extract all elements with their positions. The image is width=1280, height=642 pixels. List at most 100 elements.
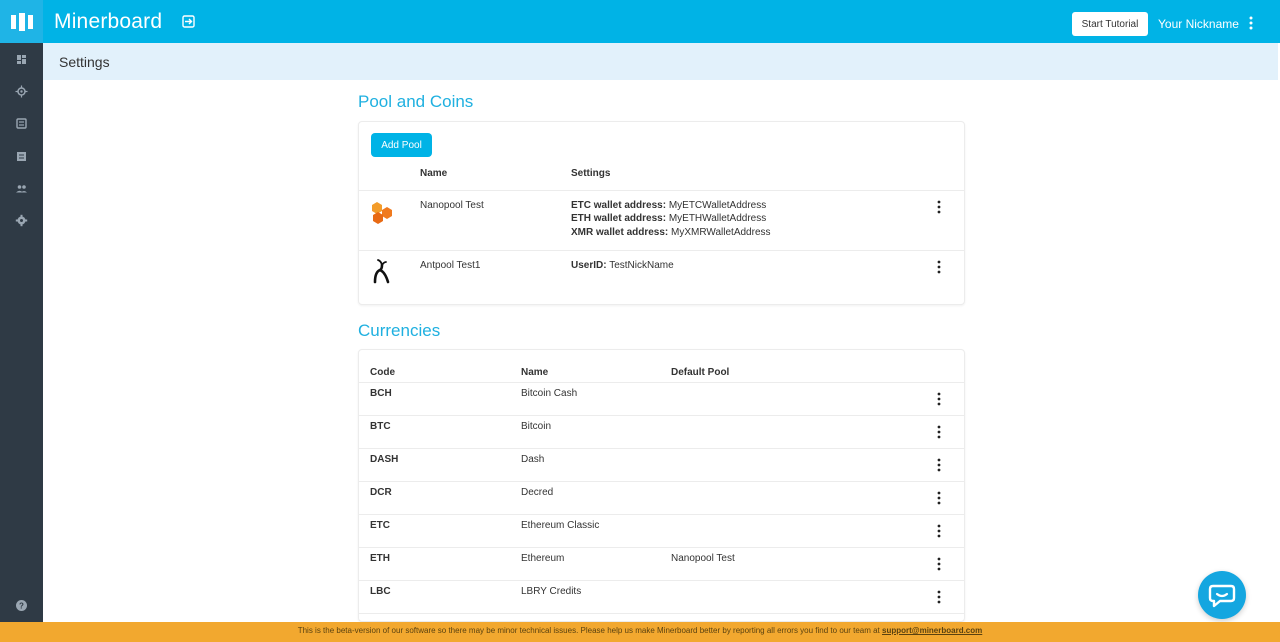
currencies-card: Code Name Default Pool BCH Bitcoin Cash BT… xyxy=(358,349,965,622)
currency-code: LBC xyxy=(370,586,391,597)
logo-icon xyxy=(10,12,33,31)
currency-row-menu-button[interactable] xyxy=(936,425,942,439)
user-nickname[interactable]: Your Nickname xyxy=(1158,17,1239,31)
sidebar-item-help[interactable]: ? xyxy=(14,598,29,613)
divider xyxy=(359,613,964,614)
antpool-icon xyxy=(369,258,395,284)
beta-banner: This is the beta-version of our software… xyxy=(0,622,1280,642)
divider xyxy=(359,415,964,416)
sidebar: ? xyxy=(0,0,43,642)
page-title: Settings xyxy=(59,54,110,70)
currency-name: Bitcoin Cash xyxy=(521,388,578,399)
sidebar-item-reports[interactable] xyxy=(14,116,29,131)
setting-label: ETH wallet address: xyxy=(571,213,667,224)
header-menu-button[interactable] xyxy=(1244,15,1258,31)
currency-code: BTC xyxy=(370,421,391,432)
currency-row-menu-button[interactable] xyxy=(936,392,942,406)
support-email-link[interactable]: support@minerboard.com xyxy=(882,626,982,635)
nanopool-icon xyxy=(369,199,395,225)
currency-row-menu-button[interactable] xyxy=(936,524,942,538)
pool-row-menu-button[interactable] xyxy=(936,200,942,214)
list-icon xyxy=(17,152,26,161)
pool-setting: XMR wallet address: MyXMRWalletAddress xyxy=(571,227,771,238)
more-vertical-icon xyxy=(937,491,941,505)
currencies-section-title: Currencies xyxy=(358,321,441,340)
setting-label: XMR wallet address: xyxy=(571,227,669,238)
pool-setting: UserID: TestNickName xyxy=(571,260,674,271)
divider xyxy=(359,481,964,482)
pools-header-name: Name xyxy=(420,168,448,179)
pools-card: Add Pool Name Settings Nanopool Test ETC… xyxy=(358,121,965,305)
reports-icon xyxy=(16,118,27,129)
sidebar-item-list[interactable] xyxy=(14,149,29,164)
currency-name: LBRY Credits xyxy=(521,586,582,597)
more-vertical-icon xyxy=(937,557,941,571)
pools-header-settings: Settings xyxy=(571,168,611,179)
divider xyxy=(359,514,964,515)
divider xyxy=(359,547,964,548)
pool-setting: ETC wallet address: MyETCWalletAddress xyxy=(571,200,766,211)
currency-row-menu-button[interactable] xyxy=(936,491,942,505)
divider xyxy=(359,580,964,581)
dashboard-icon xyxy=(17,55,26,64)
setting-value: MyETHWalletAddress xyxy=(668,213,767,224)
currency-name: Dash xyxy=(521,454,545,465)
setting-value: MyETCWalletAddress xyxy=(668,200,767,211)
more-vertical-icon xyxy=(937,392,941,406)
more-vertical-icon xyxy=(937,524,941,538)
divider xyxy=(359,250,964,251)
gear-icon xyxy=(15,214,28,227)
currency-row-menu-button[interactable] xyxy=(936,458,942,472)
more-vertical-icon xyxy=(937,458,941,472)
breadcrumb: Settings xyxy=(43,43,1278,80)
add-pool-button[interactable]: Add Pool xyxy=(371,133,432,157)
currency-row-menu-button[interactable] xyxy=(936,590,942,604)
more-vertical-icon xyxy=(937,425,941,439)
currency-name: Ethereum xyxy=(521,553,565,564)
users-icon xyxy=(16,185,27,193)
currency-code: DASH xyxy=(370,454,399,465)
sidebar-item-users[interactable] xyxy=(14,181,29,196)
currency-row-menu-button[interactable] xyxy=(936,557,942,571)
app-logo[interactable] xyxy=(0,0,43,43)
more-vertical-icon xyxy=(937,200,941,214)
setting-value: MyXMRWalletAddress xyxy=(671,227,771,238)
setting-value: TestNickName xyxy=(609,260,674,271)
currency-code: ETC xyxy=(370,520,390,531)
divider xyxy=(359,382,964,383)
more-vertical-icon xyxy=(1249,16,1253,30)
pool-name: Nanopool Test xyxy=(420,200,484,211)
currency-name: Ethereum Classic xyxy=(521,520,600,531)
sidebar-item-settings[interactable] xyxy=(14,213,29,228)
currency-name: Decred xyxy=(521,487,554,498)
logout-button[interactable] xyxy=(181,14,196,29)
help-icon: ? xyxy=(16,600,27,611)
currency-default-pool: Nanopool Test xyxy=(671,553,735,564)
sidebar-item-mining[interactable] xyxy=(14,84,29,99)
currencies-header-default-pool: Default Pool xyxy=(671,367,730,378)
mining-icon xyxy=(15,85,28,98)
app-title[interactable]: Minerboard xyxy=(54,10,162,34)
currencies-header-name: Name xyxy=(521,367,549,378)
currency-code: ETH xyxy=(370,553,390,564)
svg-text:?: ? xyxy=(19,602,24,611)
pools-section-title: Pool and Coins xyxy=(358,92,474,111)
pool-setting: ETH wallet address: MyETHWalletAddress xyxy=(571,213,766,224)
sidebar-item-dashboard[interactable] xyxy=(14,52,29,67)
more-vertical-icon xyxy=(937,590,941,604)
divider xyxy=(359,190,964,191)
beta-banner-text: This is the beta-version of our software… xyxy=(297,626,882,635)
logout-icon xyxy=(182,15,195,28)
currency-code: BCH xyxy=(370,388,392,399)
setting-label: ETC wallet address: xyxy=(571,200,667,211)
start-tutorial-button[interactable]: Start Tutorial xyxy=(1072,12,1148,36)
chat-button[interactable] xyxy=(1198,571,1246,619)
currencies-header-code: Code xyxy=(370,367,395,378)
currency-name: Bitcoin xyxy=(521,421,552,432)
currency-code: DCR xyxy=(370,487,392,498)
divider xyxy=(359,448,964,449)
chat-icon xyxy=(1208,584,1236,608)
pool-row-menu-button[interactable] xyxy=(936,260,942,274)
more-vertical-icon xyxy=(937,260,941,274)
pool-name: Antpool Test1 xyxy=(420,260,481,271)
